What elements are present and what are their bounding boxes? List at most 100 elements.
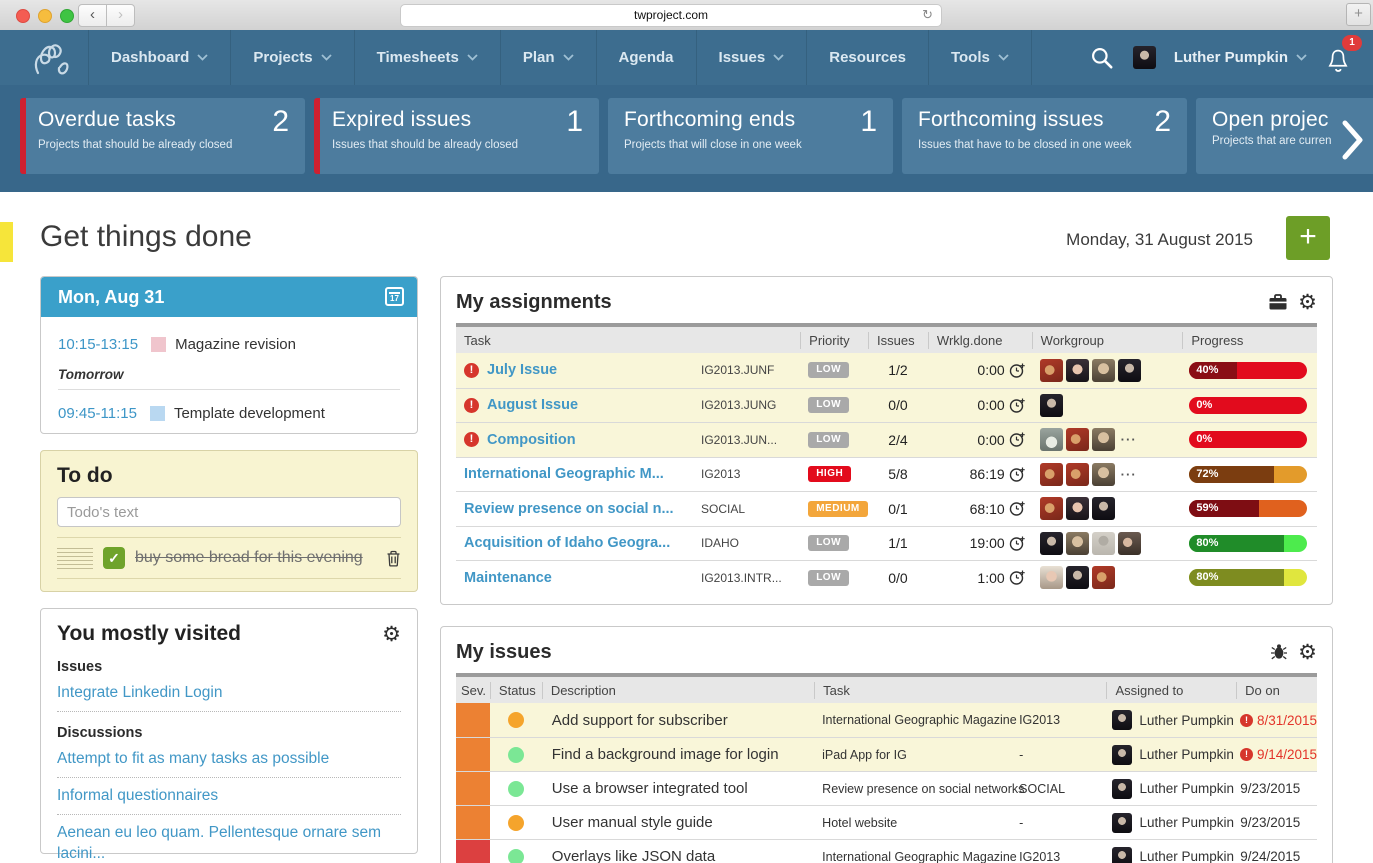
column-header[interactable]: Workgroup [1032, 332, 1183, 349]
reload-icon[interactable]: ↻ [922, 5, 933, 26]
column-header[interactable]: Sev. [456, 682, 490, 699]
todo-input[interactable] [57, 497, 401, 527]
task-link[interactable]: Acquisition of Idaho Geogra... [464, 535, 670, 551]
avatar-sepia-woman[interactable] [1092, 428, 1115, 451]
nav-item-agenda[interactable]: Agenda [597, 30, 697, 85]
avatar-dark-man[interactable] [1112, 847, 1132, 863]
avatar-dark-man[interactable] [1040, 394, 1063, 417]
user-avatar[interactable] [1133, 46, 1156, 69]
avatar-dark-man[interactable] [1118, 359, 1141, 382]
agenda-event[interactable]: 09:45-11:15Template development [58, 405, 400, 422]
stat-card[interactable]: Overdue tasks2Projects that should be al… [20, 98, 305, 174]
avatar-red-hat-man[interactable] [1066, 428, 1089, 451]
avatar-sepia-woman[interactable] [1066, 532, 1089, 555]
status-dot[interactable] [508, 747, 524, 763]
avatar-sepia-woman[interactable] [1092, 463, 1115, 486]
visited-link[interactable]: Integrate Linkedin Login [57, 675, 401, 712]
avatar-red-hat-man[interactable] [1040, 359, 1063, 382]
column-header[interactable]: Status [490, 682, 542, 699]
avatar-dark-haired-woman[interactable] [1066, 359, 1089, 382]
search-icon[interactable] [1089, 45, 1115, 71]
avatar-dark-haired-woman[interactable] [1066, 497, 1089, 520]
twproject-logo[interactable] [26, 37, 76, 79]
issue-task-name[interactable]: Hotel website [822, 816, 897, 830]
window-zoom-button[interactable] [60, 9, 74, 23]
banner-next-arrow[interactable] [1341, 120, 1365, 160]
calendar-icon[interactable]: 17 [385, 287, 404, 306]
column-header[interactable]: Task [456, 332, 800, 349]
add-worklog-clock-icon[interactable] [1009, 397, 1026, 414]
browser-back-button[interactable]: ‹ [78, 4, 107, 27]
task-link[interactable]: International Geographic M... [464, 466, 664, 482]
nav-item-timesheets[interactable]: Timesheets [355, 30, 501, 85]
browser-forward-button[interactable]: › [107, 4, 135, 27]
task-link[interactable]: Review presence on social n... [464, 501, 674, 517]
avatar-profile-woman[interactable] [1118, 532, 1141, 555]
issue-task-name[interactable]: Review presence on social networks [822, 782, 1024, 796]
more-members[interactable]: ··· [1121, 432, 1137, 447]
nav-item-dashboard[interactable]: Dashboard [88, 30, 231, 85]
user-menu[interactable]: Luther Pumpkin [1174, 49, 1307, 66]
notifications-button[interactable]: 1 [1325, 41, 1355, 75]
avatar-photo-woman[interactable] [1040, 566, 1063, 589]
issue-description[interactable]: User manual style guide [542, 806, 814, 839]
column-header[interactable]: Do on [1236, 682, 1317, 699]
gear-icon[interactable]: ⚙ [382, 624, 401, 645]
issue-description[interactable]: Add support for subscriber [542, 703, 814, 737]
task-link[interactable]: Maintenance [464, 570, 552, 586]
task-link[interactable]: Composition [487, 432, 576, 448]
avatar-dark-man[interactable] [1112, 779, 1132, 799]
agenda-event[interactable]: 10:15-13:15Magazine revision [58, 336, 400, 353]
status-dot[interactable] [508, 815, 524, 831]
avatar-red-hat-man[interactable] [1040, 497, 1063, 520]
stat-card[interactable]: Forthcoming ends1Projects that will clos… [608, 98, 893, 174]
gear-icon[interactable]: ⚙ [1298, 642, 1317, 663]
task-link[interactable]: July Issue [487, 362, 557, 378]
status-dot[interactable] [508, 849, 524, 863]
avatar-dark-man[interactable] [1092, 497, 1115, 520]
issue-task-name[interactable]: International Geographic Magazine [822, 713, 1017, 727]
avatar-placeholder[interactable] [1092, 532, 1115, 555]
issue-description[interactable]: Find a background image for login [542, 738, 814, 771]
avatar-dark-man[interactable] [1112, 813, 1132, 833]
avatar-red-hat-man[interactable] [1092, 566, 1115, 589]
add-worklog-clock-icon[interactable] [1009, 466, 1026, 483]
window-close-button[interactable] [16, 9, 30, 23]
visited-link[interactable]: Attempt to fit as many tasks as possible [57, 741, 401, 778]
url-bar[interactable]: twproject.com ↻ [400, 4, 942, 27]
drag-handle-icon[interactable] [57, 548, 93, 569]
issue-task-name[interactable]: iPad App for IG [822, 748, 907, 762]
column-header[interactable]: Priority [800, 332, 868, 349]
avatar-dark-man[interactable] [1112, 745, 1132, 765]
avatar-totoro[interactable] [1040, 428, 1063, 451]
column-header[interactable]: Issues [868, 332, 928, 349]
task-link[interactable]: August Issue [487, 397, 578, 413]
add-worklog-clock-icon[interactable] [1009, 535, 1026, 552]
visited-link[interactable]: Informal questionnaires [57, 778, 401, 815]
nav-item-issues[interactable]: Issues [697, 30, 808, 85]
add-worklog-clock-icon[interactable] [1009, 362, 1026, 379]
bug-icon[interactable] [1270, 643, 1288, 661]
nav-item-resources[interactable]: Resources [807, 30, 929, 85]
nav-item-projects[interactable]: Projects [231, 30, 354, 85]
avatar-red-hat-man[interactable] [1066, 463, 1089, 486]
column-header[interactable]: Wrklg.done [928, 332, 1032, 349]
issue-description[interactable]: Overlays like JSON data [542, 840, 814, 863]
status-dot[interactable] [508, 781, 524, 797]
nav-item-tools[interactable]: Tools [929, 30, 1032, 85]
stat-card[interactable]: Forthcoming issues2Issues that have to b… [902, 98, 1187, 174]
yellow-tab[interactable] [0, 222, 13, 262]
window-minimize-button[interactable] [38, 9, 52, 23]
issue-task-name[interactable]: International Geographic Magazine [822, 850, 1017, 863]
todo-checkbox[interactable]: ✓ [103, 547, 125, 569]
avatar-sepia-woman[interactable] [1092, 359, 1115, 382]
avatar-dark-man[interactable] [1066, 566, 1089, 589]
avatar-dark-man[interactable] [1112, 710, 1132, 730]
column-header[interactable]: Description [542, 682, 814, 699]
add-worklog-clock-icon[interactable] [1009, 569, 1026, 586]
status-dot[interactable] [508, 712, 524, 728]
avatar-red-hat-man[interactable] [1040, 463, 1063, 486]
visited-link[interactable]: Aenean eu leo quam. Pellentesque ornare … [57, 815, 401, 863]
briefcase-icon[interactable] [1268, 293, 1288, 311]
new-tab-button[interactable]: + [1346, 3, 1371, 26]
